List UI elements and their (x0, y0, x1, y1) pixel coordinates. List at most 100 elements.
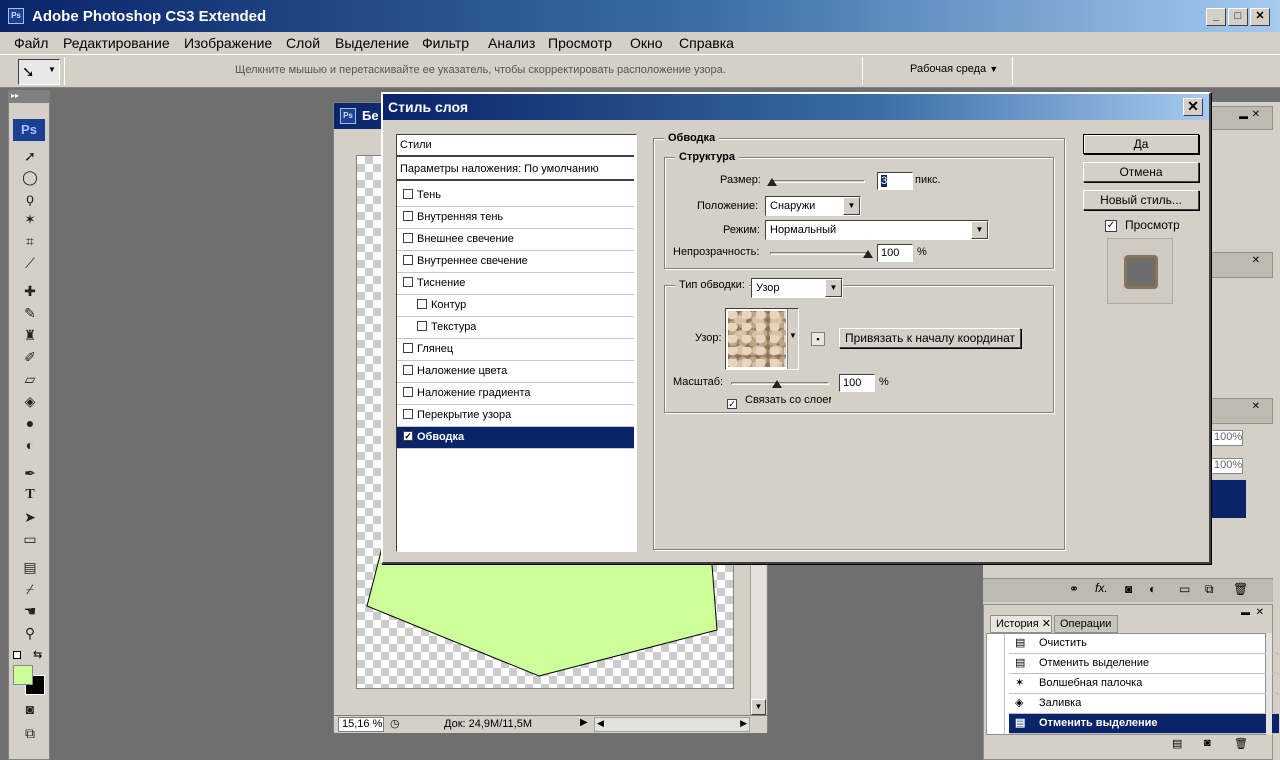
style-item[interactable]: Контур (397, 295, 634, 317)
style-checkbox[interactable] (403, 233, 413, 244)
menu-edit[interactable]: Редактирование (63, 34, 170, 52)
minimize-button[interactable]: _ (1206, 8, 1226, 26)
dialog-close-button[interactable]: ✕ (1183, 98, 1203, 116)
style-item[interactable]: Текстура (397, 317, 634, 339)
close-panel-icon[interactable]: ✕ (1252, 255, 1260, 266)
crop-tool-icon[interactable]: ⌗ (18, 231, 42, 251)
style-item[interactable]: Внутреннее свечение (397, 251, 634, 273)
maximize-button[interactable]: □ (1228, 8, 1248, 26)
style-item[interactable]: Наложение градиента (397, 383, 634, 405)
style-checkbox[interactable] (417, 321, 427, 332)
eraser-tool-icon[interactable]: ▱ (18, 369, 42, 389)
style-item[interactable]: ✓ Обводка (397, 427, 634, 449)
blending-options[interactable]: Параметры наложения: По умолчанию (397, 159, 634, 181)
preview-checkbox[interactable]: ✓ (1105, 219, 1117, 232)
style-item[interactable]: Перекрытие узора (397, 405, 634, 427)
horizontal-scrollbar[interactable]: ◀ ▶ (594, 717, 750, 732)
opacity-field[interactable]: 100 (877, 244, 913, 262)
screen-mode-icon[interactable]: ⧉ (18, 723, 42, 743)
history-item[interactable]: ✶ Волшебная палочка (1009, 674, 1279, 694)
tool-preset-picker[interactable]: ➘ ▼ (18, 59, 60, 85)
style-item[interactable]: Тень (397, 185, 634, 207)
trash-icon[interactable]: 🗑 (1233, 582, 1248, 596)
scroll-down-icon[interactable]: ▼ (751, 699, 766, 715)
new-style-button[interactable]: Новый стиль... (1083, 190, 1199, 210)
new-preset-icon[interactable]: ▪ (811, 332, 825, 346)
style-item[interactable]: Глянец (397, 339, 634, 361)
menu-view[interactable]: Просмотр (548, 34, 612, 52)
foreground-color-swatch[interactable] (13, 665, 33, 685)
lasso-tool-icon[interactable]: ϙ (18, 188, 42, 208)
pen-tool-icon[interactable]: ✒ (18, 463, 42, 483)
menu-help[interactable]: Справка (679, 34, 734, 52)
menu-filter[interactable]: Фильтр (422, 34, 469, 52)
tab-actions[interactable]: Операции (1054, 615, 1118, 633)
pattern-picker[interactable]: ▼ (725, 308, 799, 370)
menu-analysis[interactable]: Анализ (488, 34, 535, 52)
history-item[interactable]: ▤ Очистить (1009, 634, 1279, 654)
blur-tool-icon[interactable]: ● (18, 413, 42, 433)
paint-bucket-icon[interactable]: ◈ (18, 391, 42, 411)
size-field[interactable]: 3 (877, 172, 913, 190)
style-checkbox[interactable] (403, 365, 413, 376)
notes-tool-icon[interactable]: ▤ (18, 557, 42, 577)
scale-slider[interactable] (731, 380, 829, 388)
workspace-menu[interactable]: Рабочая среда ▼ (910, 63, 998, 75)
styles-header[interactable]: Стили (397, 135, 634, 157)
swap-colors-icon[interactable]: ⇆ (33, 648, 42, 661)
style-item[interactable]: Внутренняя тень (397, 207, 634, 229)
menu-layer[interactable]: Слой (286, 34, 320, 52)
style-checkbox[interactable] (403, 343, 413, 354)
healing-brush-icon[interactable]: ✚ (18, 281, 42, 301)
cancel-button[interactable]: Отмена (1083, 162, 1199, 182)
history-item[interactable]: ◈ Заливка (1009, 694, 1279, 714)
toolbox-grip-icon[interactable]: ▸▸ (9, 91, 49, 103)
close-button[interactable]: ✕ (1250, 8, 1270, 26)
path-selection-icon[interactable]: ➤ (18, 507, 42, 527)
rectangle-tool-icon[interactable]: ▭ (18, 529, 42, 549)
slice-tool-icon[interactable]: ⟋ (18, 253, 42, 273)
position-select[interactable]: Снаружи ▼ (765, 196, 861, 216)
zoom-field[interactable]: 15,16 % (338, 717, 384, 732)
marquee-tool-icon[interactable]: ◯ (18, 167, 42, 187)
opacity-slider[interactable] (770, 250, 873, 258)
status-menu-arrow-icon[interactable]: ▶ (580, 717, 588, 728)
menu-select[interactable]: Выделение (335, 34, 409, 52)
tab-history[interactable]: История ✕ (990, 615, 1052, 633)
history-item[interactable]: ▤ Отменить выделение (1009, 654, 1279, 674)
chevron-down-icon[interactable]: ▼ (787, 309, 798, 369)
adjustment-icon[interactable]: ◐ (1149, 582, 1156, 596)
history-brush-icon[interactable]: ✐ (18, 347, 42, 367)
slider-thumb-icon[interactable] (863, 250, 873, 258)
quick-mask-icon[interactable]: ◙ (18, 699, 42, 719)
slider-thumb-icon[interactable] (767, 178, 777, 186)
selected-layer-row[interactable] (1210, 480, 1246, 518)
style-checkbox[interactable] (403, 409, 413, 420)
photoshop-logo-icon[interactable]: Ps (13, 119, 45, 141)
style-checkbox[interactable] (403, 189, 413, 200)
slider-thumb-icon[interactable] (772, 380, 782, 388)
scale-field[interactable]: 100 (839, 374, 875, 392)
new-layer-icon[interactable]: ⧉ (1205, 582, 1214, 597)
size-slider[interactable] (767, 178, 865, 186)
opacity-field[interactable]: 100% (1211, 430, 1243, 446)
type-tool-icon[interactable]: T (18, 485, 42, 505)
blend-mode-select[interactable]: Нормальный ▼ (765, 220, 989, 240)
collapse-icon[interactable]: ▬ (1241, 607, 1250, 617)
mask-icon[interactable]: ◙ (1125, 582, 1132, 596)
style-checkbox[interactable] (403, 255, 413, 266)
hand-tool-icon[interactable]: ☚ (18, 601, 42, 621)
menu-file[interactable]: Файл (14, 34, 48, 52)
snapshot-icon[interactable]: ◙ (1204, 737, 1211, 749)
move-tool-icon[interactable]: ➚ (18, 146, 42, 166)
history-scrollbar[interactable] (1266, 633, 1272, 735)
scroll-right-icon[interactable]: ▶ (740, 718, 747, 729)
close-panel-icon[interactable]: ✕ (1256, 607, 1264, 618)
history-item-selected[interactable]: ▤ Отменить выделение (1009, 714, 1279, 734)
zoom-tool-icon[interactable]: ⚲ (18, 623, 42, 643)
eyedropper-icon[interactable]: ⌿ (18, 579, 42, 599)
menu-window[interactable]: Окно (630, 34, 663, 52)
scroll-left-icon[interactable]: ◀ (597, 718, 604, 729)
ok-button[interactable]: Да (1083, 134, 1199, 154)
new-document-icon[interactable]: ▤ (1172, 737, 1182, 750)
